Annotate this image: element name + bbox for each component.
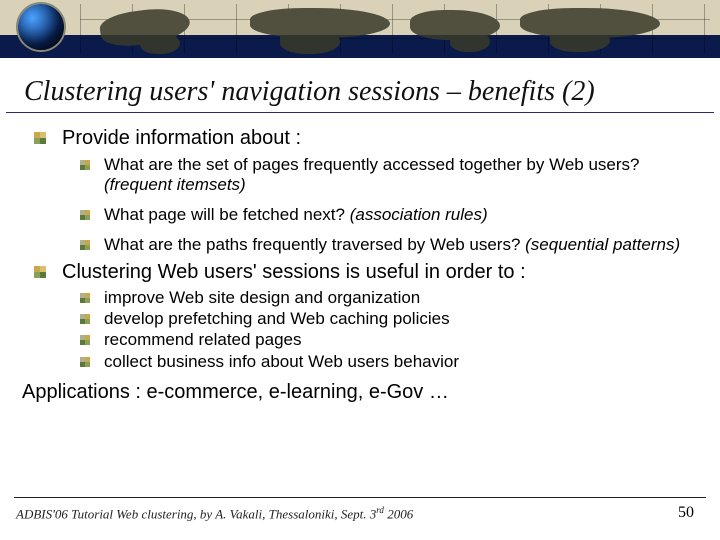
bullet-text: Clustering Web users' sessions is useful… (62, 261, 526, 285)
subbullet-business-info: collect business info about Web users be… (80, 352, 698, 372)
bullet-text: Provide information about : (62, 127, 301, 151)
bullet-clustering-useful: Clustering Web users' sessions is useful… (34, 261, 698, 285)
subbullet-prefetching: develop prefetching and Web caching poli… (80, 309, 698, 329)
bullet-text: collect business info about Web users be… (104, 352, 459, 372)
bullet-text: develop prefetching and Web caching poli… (104, 309, 450, 329)
bullet-text: What are the set of pages frequently acc… (104, 155, 698, 195)
footer-divider (14, 497, 706, 498)
square-bullet-icon (80, 314, 94, 326)
subbullet-sequential-patterns: What are the paths frequently traversed … (80, 235, 698, 255)
square-bullet-icon (80, 160, 94, 172)
square-bullet-icon (80, 357, 94, 369)
square-bullet-icon (80, 335, 94, 347)
subbullet-frequent-itemsets: What are the set of pages frequently acc… (80, 155, 698, 195)
slide-title: Clustering users' navigation sessions – … (6, 58, 714, 113)
page-number: 50 (678, 504, 694, 522)
slide-body: Provide information about : What are the… (0, 113, 720, 372)
globe-icon (18, 4, 64, 50)
bullet-provide-info: Provide information about : (34, 127, 698, 151)
subbullet-improve-design: improve Web site design and organization (80, 288, 698, 308)
bullet-text: recommend related pages (104, 330, 302, 350)
square-bullet-icon (80, 293, 94, 305)
header-banner (0, 0, 720, 58)
subbullet-recommend: recommend related pages (80, 330, 698, 350)
square-bullet-icon (80, 240, 94, 252)
square-bullet-icon (34, 266, 52, 280)
footer-citation: ADBIS'06 Tutorial Web clustering, by A. … (16, 505, 413, 522)
applications-line: Applications : e-commerce, e-learning, e… (0, 373, 720, 404)
bullet-text: What are the paths frequently traversed … (104, 235, 680, 255)
subbullet-association-rules: What page will be fetched next? (associa… (80, 205, 698, 225)
world-map-decoration (80, 4, 710, 54)
bullet-text: What page will be fetched next? (associa… (104, 205, 488, 225)
square-bullet-icon (34, 132, 52, 146)
bullet-text: improve Web site design and organization (104, 288, 420, 308)
square-bullet-icon (80, 210, 94, 222)
